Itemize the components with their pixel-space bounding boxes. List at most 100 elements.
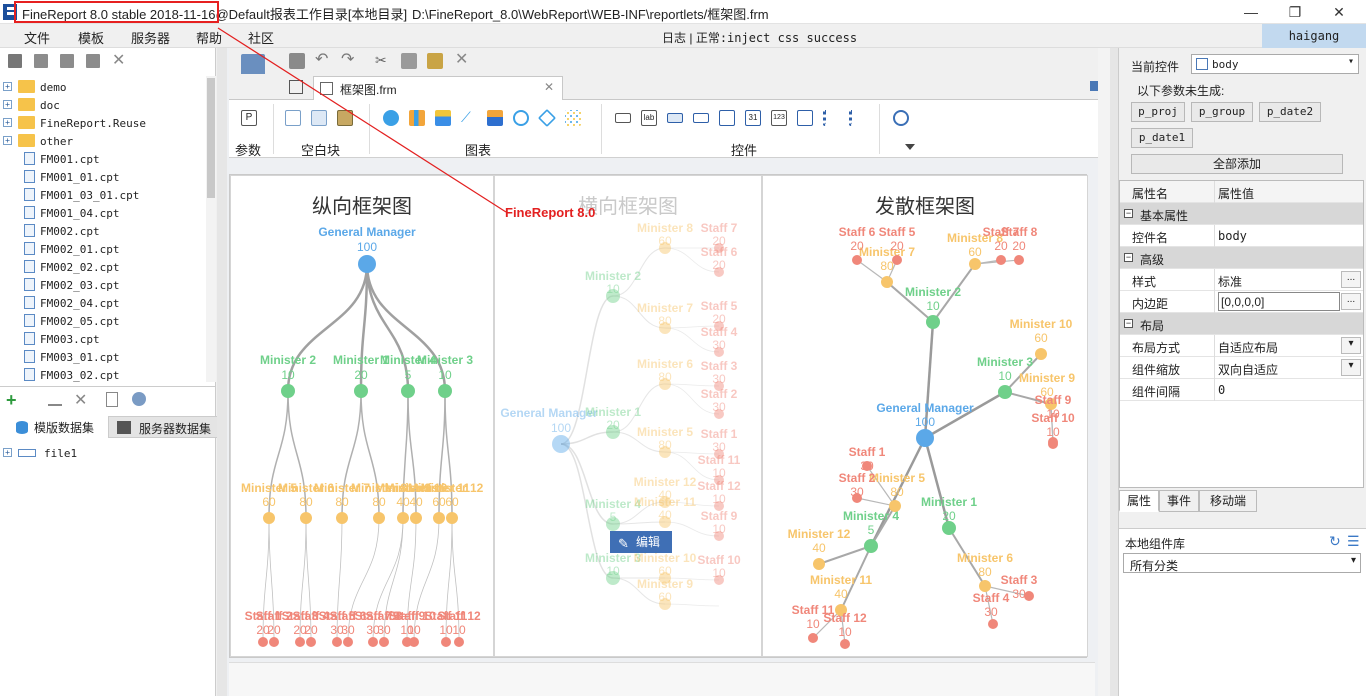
radar-chart-icon[interactable] bbox=[537, 108, 557, 128]
absolute-block-icon[interactable] bbox=[337, 110, 353, 126]
tree-item[interactable]: FM003.cpt bbox=[0, 330, 206, 348]
paste-icon[interactable] bbox=[427, 53, 443, 69]
textbox-widget-icon[interactable] bbox=[667, 113, 683, 123]
tab-properties[interactable]: 属性 bbox=[1119, 490, 1159, 512]
tree-scrollbar[interactable] bbox=[206, 76, 216, 382]
stacked-bar-icon[interactable] bbox=[435, 110, 451, 126]
tree-item[interactable]: + doc bbox=[0, 96, 206, 114]
scatter-chart-icon[interactable] bbox=[565, 110, 581, 126]
tree-item[interactable]: FM002_02.cpt bbox=[0, 258, 206, 276]
report-block-icon[interactable] bbox=[311, 110, 327, 126]
tree-item[interactable]: FM001_03_01.cpt bbox=[0, 186, 206, 204]
copy-icon[interactable] bbox=[401, 53, 417, 69]
line-chart-icon[interactable]: ⟋ bbox=[461, 110, 477, 126]
label-widget-icon[interactable]: lab bbox=[641, 110, 657, 126]
tree-item[interactable]: FM002_05.cpt bbox=[0, 312, 206, 330]
param-button[interactable]: p_proj bbox=[1131, 102, 1185, 122]
menu-server[interactable]: 服务器 bbox=[131, 28, 170, 47]
chevron-down-icon[interactable]: ▾ bbox=[1341, 359, 1361, 376]
param-button[interactable]: p_date2 bbox=[1259, 102, 1321, 122]
tree-item[interactable]: + FineReport.Reuse bbox=[0, 114, 206, 132]
grid-view-icon[interactable] bbox=[289, 80, 303, 94]
radio-widget-icon[interactable] bbox=[823, 110, 839, 126]
undo-icon[interactable]: ↶ bbox=[315, 52, 331, 69]
save-icon[interactable] bbox=[60, 54, 74, 68]
tree-item[interactable]: + other bbox=[0, 132, 206, 150]
open-folder-icon[interactable] bbox=[8, 54, 22, 68]
tree-item[interactable]: FM003_02.cpt bbox=[0, 366, 206, 384]
menu-template[interactable]: 模板 bbox=[78, 28, 104, 47]
right-splitter[interactable] bbox=[1110, 48, 1118, 696]
tree-item[interactable]: FM001.cpt bbox=[0, 150, 206, 168]
tab-template-dataset[interactable]: 模版数据集 bbox=[4, 416, 101, 438]
form-canvas[interactable]: 纵向框架图 General Manager 100 Minister 2 10 Mini… bbox=[229, 174, 1088, 658]
search-widget-icon[interactable] bbox=[893, 110, 909, 126]
edit-icon[interactable] bbox=[34, 54, 48, 68]
add-all-button[interactable]: 全部添加 bbox=[1131, 154, 1343, 174]
expand-icon[interactable]: + bbox=[3, 82, 12, 91]
pie-chart-icon[interactable] bbox=[383, 110, 399, 126]
prop-scaling[interactable]: 组件缩放 双向自适应 ▾ bbox=[1120, 357, 1363, 379]
area-chart-icon[interactable] bbox=[487, 110, 503, 126]
chart-vertical[interactable]: 纵向框架图 General Manager 100 Minister 2 10 Mini… bbox=[230, 175, 494, 657]
preview-dataset-icon[interactable] bbox=[106, 392, 118, 407]
save-icon[interactable] bbox=[289, 53, 305, 69]
expand-icon[interactable]: + bbox=[3, 448, 12, 457]
section-layout[interactable]: − 布局 bbox=[1120, 313, 1363, 335]
tab-server-dataset[interactable]: 服务器数据集 bbox=[108, 416, 219, 438]
widget-more-icon[interactable] bbox=[905, 144, 915, 150]
edit-badge[interactable]: ✎ 编辑 bbox=[610, 531, 672, 553]
user-badge[interactable]: haigang bbox=[1262, 24, 1366, 48]
prop-control-name[interactable]: 控件名 body bbox=[1120, 225, 1363, 247]
menu-file[interactable]: 文件 bbox=[24, 28, 50, 47]
dataset-item[interactable]: + file1 bbox=[0, 444, 200, 462]
bar-chart-icon[interactable] bbox=[409, 110, 425, 126]
chevron-down-icon[interactable]: ▾ bbox=[1341, 337, 1361, 354]
prop-style[interactable]: 样式 标准... bbox=[1120, 269, 1363, 291]
tree-item[interactable]: FM002_04.cpt bbox=[0, 294, 206, 312]
tree-item[interactable]: FM003_01.cpt bbox=[0, 348, 206, 366]
gauge-chart-icon[interactable] bbox=[513, 110, 529, 126]
tree-item[interactable]: FM002_03.cpt bbox=[0, 276, 206, 294]
minimize-button[interactable]: — bbox=[1236, 2, 1266, 22]
menu-help[interactable]: 帮助 bbox=[196, 28, 222, 47]
section-advanced[interactable]: − 高级 bbox=[1120, 247, 1363, 269]
menu-icon[interactable]: ☰ bbox=[1347, 533, 1360, 550]
tree-item[interactable]: FM002.cpt bbox=[0, 222, 206, 240]
chart-horizontal[interactable]: 横向框架图 General Manager 100 Minister 2 10 Mini… bbox=[494, 175, 762, 657]
parameter-icon[interactable]: P bbox=[241, 110, 257, 126]
refresh-icon[interactable] bbox=[86, 54, 100, 68]
refresh-icon[interactable]: ↻ bbox=[1329, 533, 1341, 550]
prop-gap[interactable]: 组件间隔 0 bbox=[1120, 379, 1363, 401]
tree-item[interactable]: FM001_04.cpt bbox=[0, 204, 206, 222]
expand-icon[interactable]: + bbox=[3, 100, 12, 109]
current-control-select[interactable]: body ▾ bbox=[1191, 54, 1359, 74]
log-label[interactable]: 日志 bbox=[662, 31, 686, 45]
delete-dataset-icon[interactable]: ✕ bbox=[74, 390, 87, 410]
blank-block-icon[interactable] bbox=[285, 110, 301, 126]
tab-mobile[interactable]: 移动端 bbox=[1199, 490, 1257, 512]
redo-icon[interactable]: ↷ bbox=[341, 52, 357, 69]
more-icon[interactable]: ... bbox=[1341, 293, 1361, 310]
expand-icon[interactable]: + bbox=[3, 136, 12, 145]
tree-item[interactable]: FM002_01.cpt bbox=[0, 240, 206, 258]
param-button[interactable]: p_group bbox=[1191, 102, 1253, 122]
prop-layout-mode[interactable]: 布局方式 自适应布局 ▾ bbox=[1120, 335, 1363, 357]
dropdown-widget-icon[interactable] bbox=[693, 113, 709, 123]
checkbox-widget-icon[interactable] bbox=[849, 110, 865, 126]
add-dataset-icon[interactable]: + bbox=[6, 390, 17, 411]
delete-icon[interactable]: ✕ bbox=[112, 53, 126, 69]
tree-widget-icon[interactable] bbox=[797, 110, 813, 126]
edit-dataset-icon[interactable] bbox=[48, 392, 62, 406]
more-icon[interactable]: ... bbox=[1341, 271, 1361, 288]
maximize-button[interactable]: ❐ bbox=[1280, 2, 1310, 22]
close-window-button[interactable]: ✕ bbox=[1324, 2, 1354, 22]
number-widget-icon[interactable]: 123 bbox=[771, 110, 787, 126]
tab-events[interactable]: 事件 bbox=[1159, 490, 1199, 512]
param-button[interactable]: p_date1 bbox=[1131, 128, 1193, 148]
library-filter-select[interactable]: 所有分类 ▾ bbox=[1123, 553, 1361, 573]
delete-icon[interactable]: ✕ bbox=[455, 52, 471, 69]
cut-icon[interactable]: ✂ bbox=[375, 53, 391, 69]
prop-padding[interactable]: 内边距 [0,0,0,0]... bbox=[1120, 291, 1363, 313]
section-basic[interactable]: − 基本属性 bbox=[1120, 203, 1363, 225]
